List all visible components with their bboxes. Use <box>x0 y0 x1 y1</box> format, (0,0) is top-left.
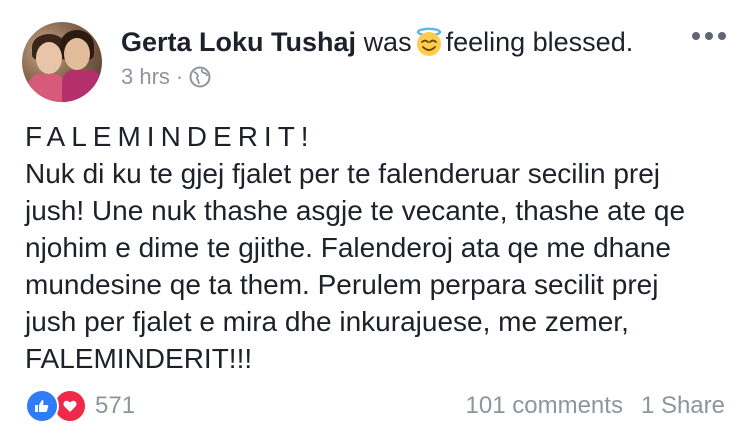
post-text-line: jush! Une nuk thashe asgje te vecante, t… <box>25 195 686 226</box>
post-text-line: mundesine qe ta them. Perulem perpara se… <box>25 269 659 300</box>
globe-icon[interactable] <box>189 66 211 88</box>
post-meta: 3 hrs · <box>121 63 211 91</box>
post-text: FALEMINDERIT! Nuk di ku te gjej fjalet p… <box>25 118 725 377</box>
author-name[interactable]: Gerta Loku Tushaj <box>121 27 356 57</box>
avatar-part <box>36 42 62 74</box>
avatar-part <box>62 70 102 102</box>
post-text-line: FALEMINDERIT!!! <box>25 343 253 374</box>
shares-count-link[interactable]: 1 Share <box>641 392 725 420</box>
meta-separator: · <box>175 64 184 89</box>
post-text-line: Nuk di ku te gjej fjalet per te falender… <box>25 158 661 189</box>
post-text-line: jush per fjalet e mira dhe inkurajuese, … <box>25 306 629 337</box>
dot-icon <box>718 32 726 40</box>
post-footer: 571 101 comments 1 Share <box>25 388 725 424</box>
reaction-count: 571 <box>95 392 136 419</box>
avatar[interactable] <box>22 22 102 102</box>
post-header: Gerta Loku Tushaj was feeling blessed. <box>121 25 633 59</box>
feeling-text[interactable]: feeling blessed. <box>446 27 634 57</box>
avatar-part <box>28 74 66 102</box>
post-text-title: FALEMINDERIT! <box>25 121 315 152</box>
thumbs-up-icon <box>35 400 49 412</box>
post-text-line: njohim e dime te gjithe. Falenderoj ata … <box>25 232 671 263</box>
comments-count-link[interactable]: 101 comments <box>466 392 623 420</box>
avatar-part <box>64 38 90 70</box>
action-prefix: was <box>363 27 412 57</box>
reactions-summary[interactable]: 571 <box>25 389 135 423</box>
timestamp[interactable]: 3 hrs <box>121 63 170 91</box>
dot-icon <box>705 32 713 40</box>
like-icon <box>25 389 59 423</box>
smiling-face-with-halo-icon <box>416 27 441 56</box>
dot-icon <box>692 32 700 40</box>
more-options-button[interactable] <box>692 32 726 40</box>
heart-icon <box>63 400 77 412</box>
